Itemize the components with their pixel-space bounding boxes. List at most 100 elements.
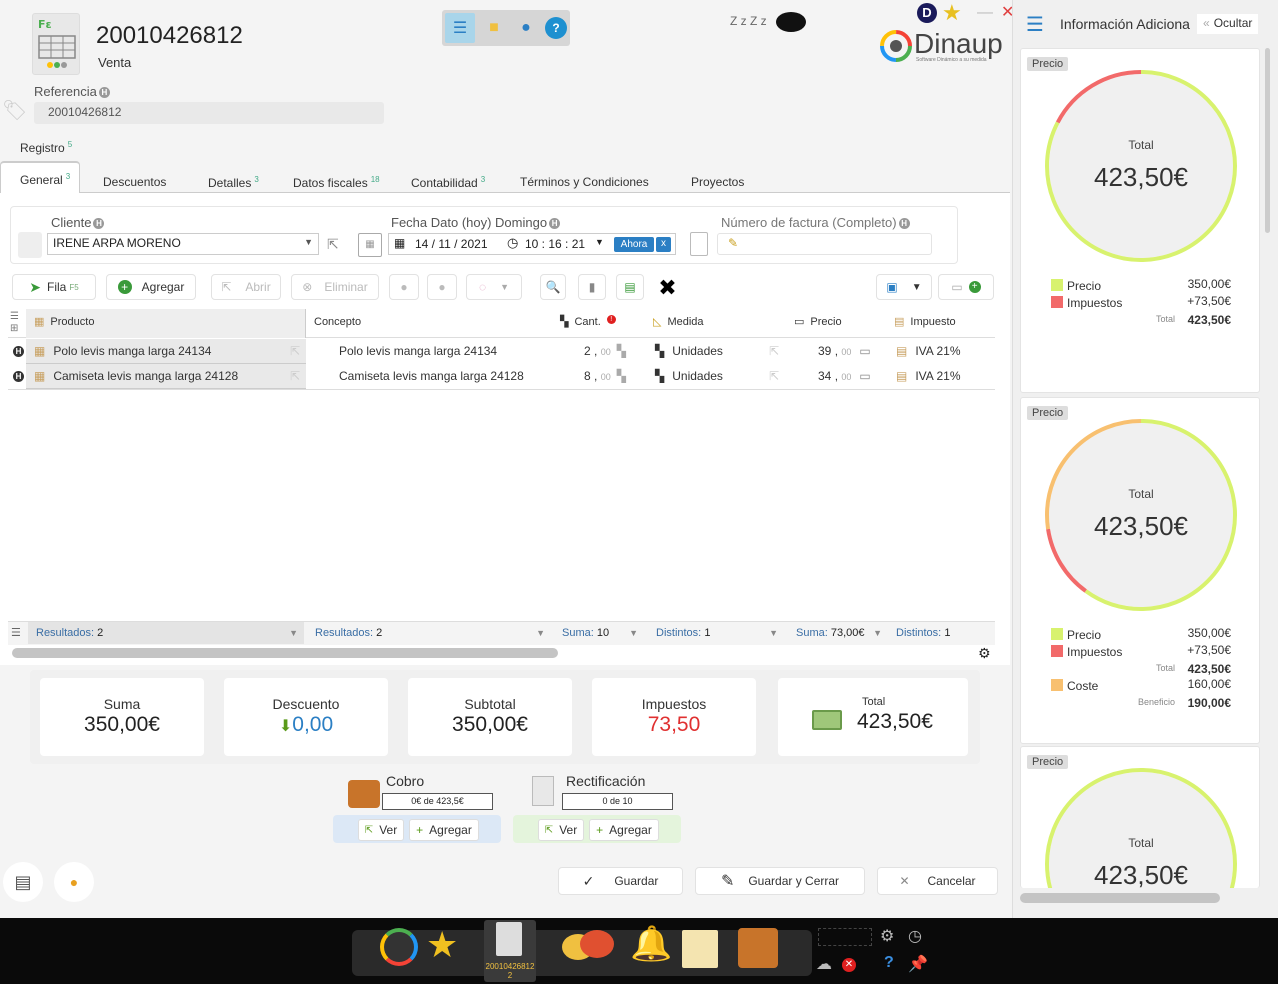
row-impuesto[interactable]: ▤ IVA 21% — [896, 339, 960, 364]
folder-icon[interactable]: ■ — [481, 13, 507, 43]
messages-icon[interactable] — [562, 930, 614, 964]
footer-resultados-concepto[interactable]: Resultados: 2 ▼ — [315, 622, 549, 644]
table-row[interactable]: H ▦ Camiseta levis manga larga 24128 ⇱ Cam… — [8, 364, 995, 389]
notifications-bell-icon[interactable]: 🔔 — [630, 924, 672, 964]
agregar-button[interactable]: + Agregar — [106, 274, 196, 300]
fecha-field[interactable]: ▦ 14 / 11 / 2021 ◷ 10 : 16 : 21 ▼ Ahora … — [388, 233, 676, 255]
cobro-agregar-button[interactable]: + Agregar — [409, 819, 479, 841]
guardar-button[interactable]: ✓ Guardar — [558, 867, 683, 895]
chat-icon[interactable]: ● — [513, 13, 539, 43]
col-cant[interactable]: ▚ Cant.! — [560, 309, 616, 336]
footer-distintos-impuesto[interactable]: Distintos: 1 — [896, 622, 986, 644]
expand-icon[interactable]: ✖ — [655, 275, 680, 300]
clear-date-button[interactable]: x — [656, 237, 671, 252]
calendar-gear-icon[interactable]: ▦ — [358, 233, 382, 257]
footer-resultados[interactable]: Resultados: 2 ▼ — [28, 622, 304, 644]
horizontal-scrollbar[interactable] — [12, 648, 558, 658]
descuento-card[interactable]: Descuento ⬇0,00 — [224, 678, 388, 756]
star-icon[interactable]: ★ — [942, 0, 962, 26]
col-concepto[interactable]: Concepto — [314, 309, 361, 336]
tab-descuentos[interactable]: Descuentos — [103, 175, 166, 189]
grid-menu-icon[interactable]: ☰ ⊞ — [10, 311, 24, 335]
color-picker-button[interactable]: ◌ ▼ — [466, 274, 522, 300]
tab-datos-fiscales[interactable]: Datos fiscales 18 — [293, 175, 380, 190]
rect-agregar-button[interactable]: + Agregar — [589, 819, 659, 841]
col-precio[interactable]: ▭ Precio — [794, 309, 842, 336]
open-link-icon[interactable]: ⇱ — [290, 364, 300, 389]
error-badge-icon[interactable]: ✕ — [842, 958, 856, 972]
cloud-icon[interactable]: ☁ — [816, 954, 832, 974]
col-impuesto[interactable]: ▤ Impuesto — [894, 309, 956, 336]
open-document-icon[interactable]: 20010426812 2 — [484, 920, 536, 982]
search-button[interactable]: 🔍 — [540, 274, 566, 300]
col-producto[interactable]: ▦ Producto — [26, 309, 306, 338]
notes-icon[interactable] — [682, 930, 718, 968]
row-medida[interactable]: ▚ Unidades ⇱ — [655, 364, 779, 389]
settings-gear-icon[interactable]: ⚙ — [880, 926, 894, 946]
panel-horizontal-scrollbar[interactable] — [1020, 893, 1220, 903]
row-impuesto[interactable]: ▤ IVA 21% — [896, 364, 960, 389]
open-link-icon[interactable]: ⇱ — [327, 236, 339, 253]
row-precio[interactable]: 34 , 00 ▭ — [818, 364, 871, 389]
row-concepto[interactable]: Polo levis manga larga 24134 — [339, 339, 497, 364]
table-row[interactable]: H ▦ Polo levis manga larga 24134 ⇱ Polo le… — [8, 339, 995, 364]
toolbar-dot-button-2[interactable]: ● — [427, 274, 457, 300]
tab-terminos[interactable]: Términos y Condiciones — [520, 175, 649, 189]
footer-suma-precio[interactable]: Suma: 73,00€ ▼ — [796, 622, 882, 644]
help-icon[interactable]: ? — [545, 17, 567, 39]
cliente-select[interactable]: IRENE ARPA MORENO ▼ — [47, 233, 319, 255]
cancelar-button[interactable]: ✕ Cancelar — [877, 867, 998, 895]
col-medida[interactable]: ◺ Medida — [653, 309, 704, 336]
settings-gear-icon[interactable]: ⚙ — [978, 645, 991, 662]
value-coste: 160,00€ — [1187, 677, 1231, 691]
ocultar-button[interactable]: «Ocultar — [1197, 14, 1259, 34]
history-clock-icon[interactable]: ◷ — [908, 926, 922, 946]
tab-general[interactable]: General 3 — [0, 161, 80, 193]
open-link-icon[interactable]: ⇱ — [769, 364, 779, 389]
list-view-icon[interactable]: ☰ — [445, 13, 475, 43]
tag-add-button[interactable]: ▭ + — [938, 274, 994, 300]
row-producto[interactable]: ▦ Polo levis manga larga 24134 ⇱ — [26, 339, 306, 364]
minimize-icon[interactable]: — — [977, 4, 993, 22]
help-icon[interactable]: ? — [884, 954, 894, 972]
referencia-field[interactable]: 20010426812 — [34, 102, 384, 124]
guardar-cerrar-button[interactable]: ✎ Guardar y Cerrar — [695, 867, 865, 895]
toolbar-dot-button-1[interactable]: ● — [389, 274, 419, 300]
footer-menu-icon[interactable]: ☰ — [11, 626, 21, 639]
row-cant[interactable]: 2 , 00 ▚ — [584, 339, 626, 364]
add-fila-button[interactable]: ➤ Fila F5 — [12, 274, 96, 300]
dinaup-app-icon[interactable] — [380, 928, 418, 966]
wallet-app-icon[interactable] — [738, 928, 778, 968]
view-options-button[interactable]: ▣ ▼ — [876, 274, 932, 300]
tab-contabilidad[interactable]: Contabilidad 3 — [411, 175, 485, 190]
cobro-ver-button[interactable]: ⇱ Ver — [358, 819, 404, 841]
check-icon: ✓ — [582, 872, 595, 889]
open-link-icon[interactable]: ⇱ — [769, 339, 779, 364]
row-producto[interactable]: ▦ Camiseta levis manga larga 24128 ⇱ — [26, 364, 306, 389]
footer-distintos-medida[interactable]: Distintos: 1 ▼ — [656, 622, 780, 644]
export-button[interactable]: ▤ — [616, 274, 644, 300]
monitor-icon[interactable] — [818, 928, 872, 946]
tab-registro[interactable]: Registro 5 — [20, 140, 72, 155]
users-icon: ● — [69, 874, 79, 890]
row-precio[interactable]: 39 , 00 ▭ — [818, 339, 871, 364]
ahora-button[interactable]: Ahora — [614, 237, 654, 252]
user-avatar[interactable]: D — [917, 3, 937, 23]
row-cant[interactable]: 8 , 00 ▚ — [584, 364, 626, 389]
trash-button[interactable]: ▮ — [578, 274, 606, 300]
footer-suma-cant[interactable]: Suma: 10 ▼ — [562, 622, 640, 644]
open-link-icon[interactable]: ⇱ — [290, 339, 300, 364]
tab-detalles[interactable]: Detalles 3 — [208, 175, 259, 190]
abrir-button[interactable]: ⇱ Abrir — [211, 274, 281, 300]
row-medida[interactable]: ▚ Unidades ⇱ — [655, 339, 779, 364]
favorites-star-icon[interactable]: ★ — [426, 924, 458, 966]
panel-scrollbar[interactable] — [1265, 48, 1270, 233]
pin-icon[interactable]: 📌 — [908, 954, 928, 974]
eliminar-button[interactable]: ⊗ Eliminar — [291, 274, 379, 300]
rect-ver-button[interactable]: ⇱ Ver — [538, 819, 584, 841]
tab-proyectos[interactable]: Proyectos — [691, 175, 744, 189]
row-concepto[interactable]: Camiseta levis manga larga 24128 — [339, 364, 524, 389]
factura-field[interactable]: ✎ — [717, 233, 932, 255]
print-button[interactable]: ▤ — [3, 862, 43, 902]
share-button[interactable]: ● — [54, 862, 94, 902]
